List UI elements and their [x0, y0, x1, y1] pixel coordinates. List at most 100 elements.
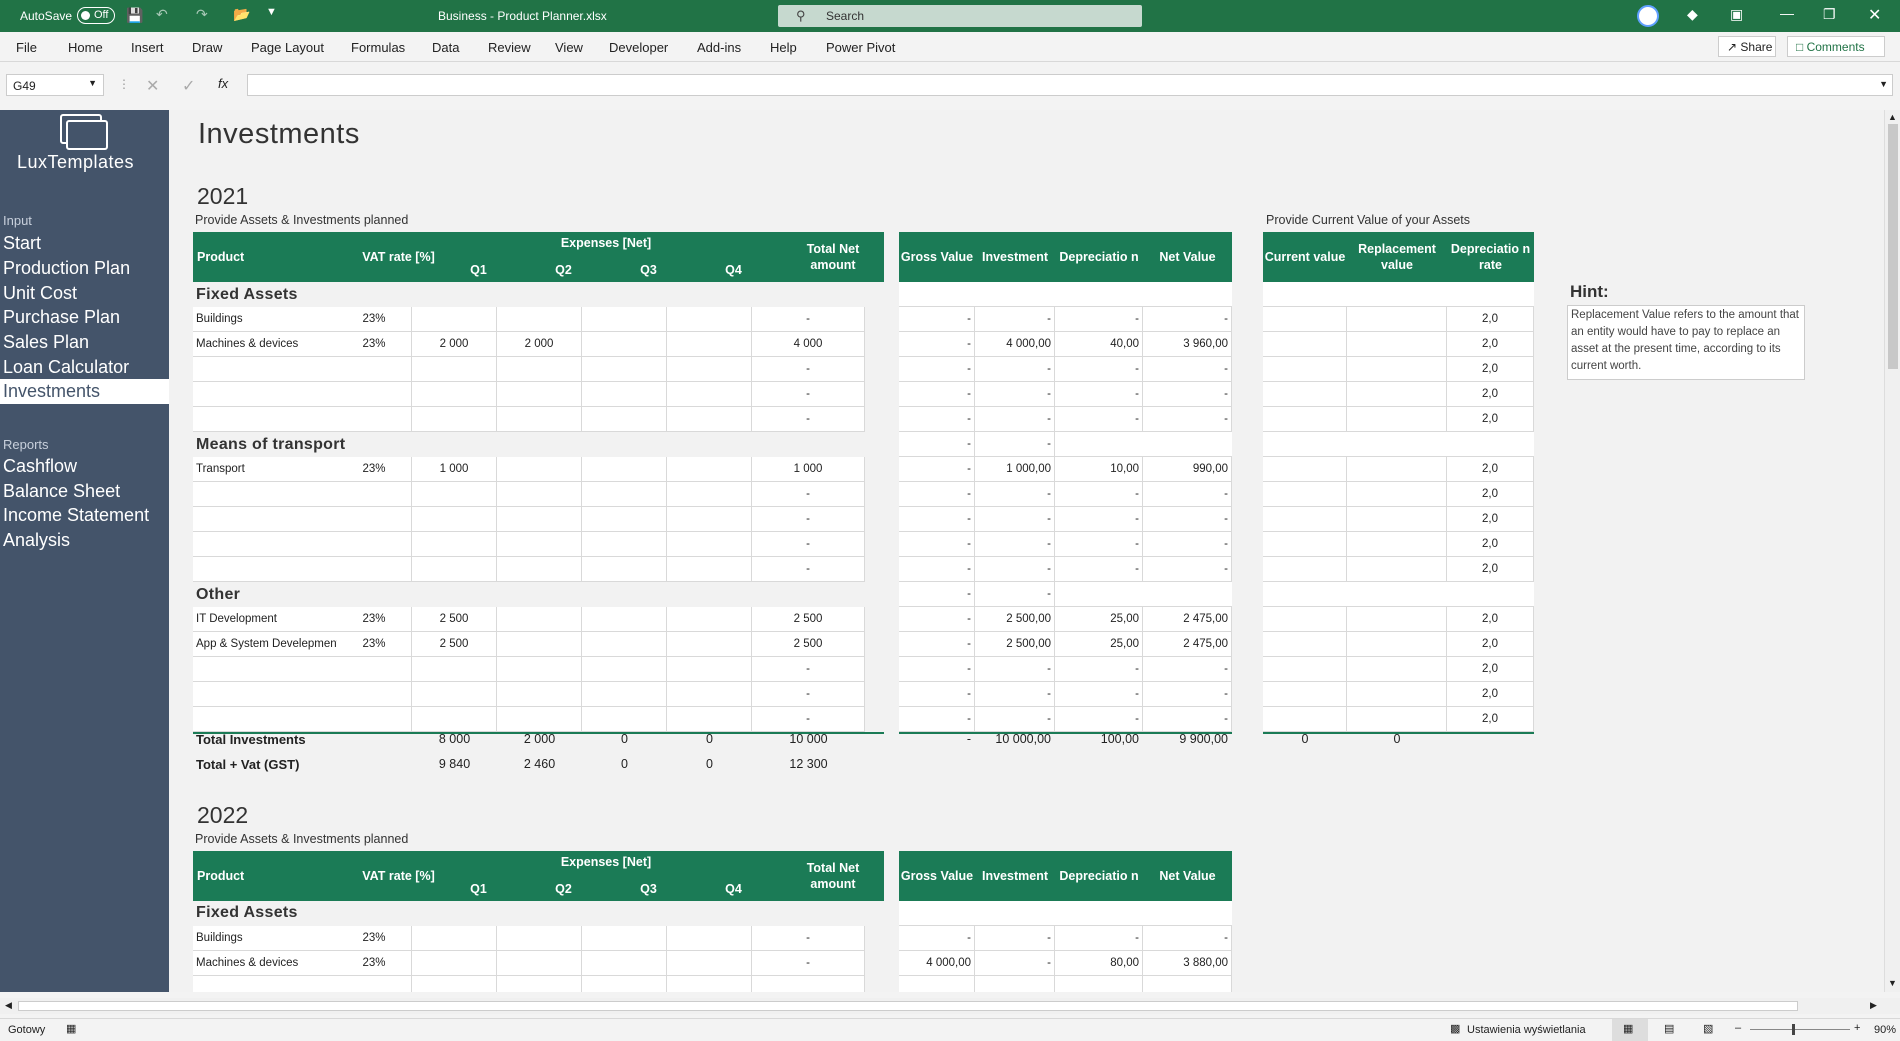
quarter-cell[interactable] — [497, 382, 582, 407]
product-cell[interactable] — [193, 532, 361, 557]
quarter-cell[interactable] — [667, 926, 752, 951]
replacement-value-cell[interactable] — [1347, 457, 1447, 482]
quarter-cell[interactable] — [497, 307, 582, 332]
quarter-cell[interactable] — [667, 951, 752, 976]
product-cell[interactable] — [193, 507, 361, 532]
tab-page-layout[interactable]: Page Layout — [251, 40, 324, 55]
quarter-cell[interactable] — [667, 657, 752, 682]
vat-cell[interactable] — [337, 482, 412, 507]
comments-button[interactable]: □ Comments — [1787, 36, 1885, 57]
quarter-cell[interactable] — [412, 382, 497, 407]
product-cell[interactable] — [193, 357, 361, 382]
gross-value-cell[interactable]: - — [899, 382, 975, 407]
vat-cell[interactable]: 23% — [337, 307, 412, 332]
nav-income-statement[interactable]: Income Statement — [3, 505, 149, 526]
save-icon[interactable]: 💾 — [126, 7, 143, 24]
vat-cell[interactable] — [337, 407, 412, 432]
zoom-out-icon[interactable]: – — [1735, 1022, 1741, 1034]
replacement-value-cell[interactable] — [1347, 657, 1447, 682]
product-cell[interactable]: Machines & devices — [193, 332, 361, 357]
normal-view-button[interactable]: ▦ — [1612, 1019, 1648, 1041]
empty-cell[interactable] — [1055, 976, 1143, 992]
tab-help[interactable]: Help — [770, 40, 797, 55]
gross-value-cell[interactable]: - — [899, 926, 975, 951]
dep-rate-cell[interactable]: 2,0 — [1447, 507, 1534, 532]
gross-value-cell[interactable]: - — [899, 332, 975, 357]
gross-value-cell[interactable]: - — [899, 557, 975, 582]
empty-cell[interactable] — [752, 976, 865, 992]
quarter-cell[interactable] — [582, 532, 667, 557]
zoom-slider[interactable] — [1750, 1029, 1850, 1030]
product-cell[interactable]: Transport — [193, 457, 361, 482]
quarter-cell[interactable] — [497, 951, 582, 976]
worksheet[interactable]: Investments 2021 Provide Assets & Invest… — [169, 110, 1884, 992]
ribbon-display-icon[interactable]: ▣ — [1730, 6, 1743, 23]
gross-value-cell[interactable]: - — [899, 632, 975, 657]
zoom-in-icon[interactable]: + — [1854, 1022, 1860, 1034]
search-box[interactable]: ⚲ Search — [778, 5, 1142, 27]
product-cell[interactable] — [193, 557, 361, 582]
quarter-cell[interactable] — [667, 557, 752, 582]
quarter-cell[interactable] — [412, 482, 497, 507]
gross-value-cell[interactable]: - — [899, 682, 975, 707]
quarter-cell[interactable] — [667, 457, 752, 482]
dep-rate-cell[interactable]: 2,0 — [1447, 657, 1534, 682]
zoom-slider-thumb[interactable] — [1792, 1024, 1795, 1035]
redo-icon[interactable]: ↷ — [196, 6, 208, 23]
dep-rate-cell[interactable]: 2,0 — [1447, 357, 1534, 382]
quarter-cell[interactable] — [582, 926, 667, 951]
vat-cell[interactable]: 23% — [337, 951, 412, 976]
quarter-cell[interactable] — [582, 557, 667, 582]
quarter-cell[interactable] — [667, 407, 752, 432]
current-value-cell[interactable] — [1263, 682, 1347, 707]
zoom-level[interactable]: 90% — [1874, 1024, 1896, 1036]
undo-icon[interactable]: ↶ — [156, 6, 168, 23]
current-value-cell[interactable] — [1263, 607, 1347, 632]
quarter-cell[interactable] — [667, 632, 752, 657]
vat-cell[interactable] — [337, 357, 412, 382]
restore-icon[interactable]: ❐ — [1823, 6, 1836, 23]
minimize-icon[interactable]: — — [1780, 5, 1794, 21]
vertical-scrollbar[interactable]: ▲ ▼ — [1884, 110, 1900, 992]
tab-file[interactable]: File — [16, 40, 37, 55]
vat-cell[interactable] — [337, 707, 412, 732]
product-cell[interactable]: IT Development — [193, 607, 361, 632]
empty-cell[interactable] — [193, 976, 361, 992]
current-value-cell[interactable] — [1263, 407, 1347, 432]
quarter-cell[interactable]: 2 000 — [412, 332, 497, 357]
vat-cell[interactable] — [337, 682, 412, 707]
quarter-cell[interactable] — [667, 332, 752, 357]
horizontal-scrollbar[interactable]: ◀ ▶ — [0, 998, 1900, 1014]
replacement-value-cell[interactable] — [1347, 482, 1447, 507]
nav-purchase-plan[interactable]: Purchase Plan — [3, 307, 120, 328]
replacement-value-cell[interactable] — [1347, 682, 1447, 707]
account-avatar[interactable] — [1637, 5, 1659, 27]
gross-value-cell[interactable]: - — [899, 407, 975, 432]
current-value-cell[interactable] — [1263, 382, 1347, 407]
quarter-cell[interactable] — [412, 951, 497, 976]
enter-icon[interactable]: ✓ — [182, 76, 195, 96]
replacement-value-cell[interactable] — [1347, 632, 1447, 657]
tab-review[interactable]: Review — [488, 40, 531, 55]
empty-cell[interactable] — [497, 976, 582, 992]
quarter-cell[interactable] — [582, 507, 667, 532]
quarter-cell[interactable] — [582, 657, 667, 682]
dep-rate-cell[interactable]: 2,0 — [1447, 682, 1534, 707]
quarter-cell[interactable] — [497, 532, 582, 557]
quarter-cell[interactable] — [582, 357, 667, 382]
quarter-cell[interactable] — [497, 926, 582, 951]
quarter-cell[interactable] — [412, 926, 497, 951]
current-value-cell[interactable] — [1263, 307, 1347, 332]
quarter-cell[interactable] — [497, 607, 582, 632]
dep-rate-cell[interactable]: 2,0 — [1447, 407, 1534, 432]
scroll-up-icon[interactable]: ▲ — [1888, 112, 1897, 122]
nav-sales-plan[interactable]: Sales Plan — [3, 332, 89, 353]
investment-cell[interactable]: - — [975, 582, 1055, 607]
gross-value-cell[interactable]: - — [899, 432, 975, 457]
nav-unit-cost[interactable]: Unit Cost — [3, 283, 77, 304]
quarter-cell[interactable] — [667, 607, 752, 632]
quarter-cell[interactable]: 2 000 — [497, 332, 582, 357]
quarter-cell[interactable] — [667, 307, 752, 332]
product-cell[interactable]: App & System Develepment — [193, 632, 361, 657]
vat-cell[interactable]: 23% — [337, 926, 412, 951]
